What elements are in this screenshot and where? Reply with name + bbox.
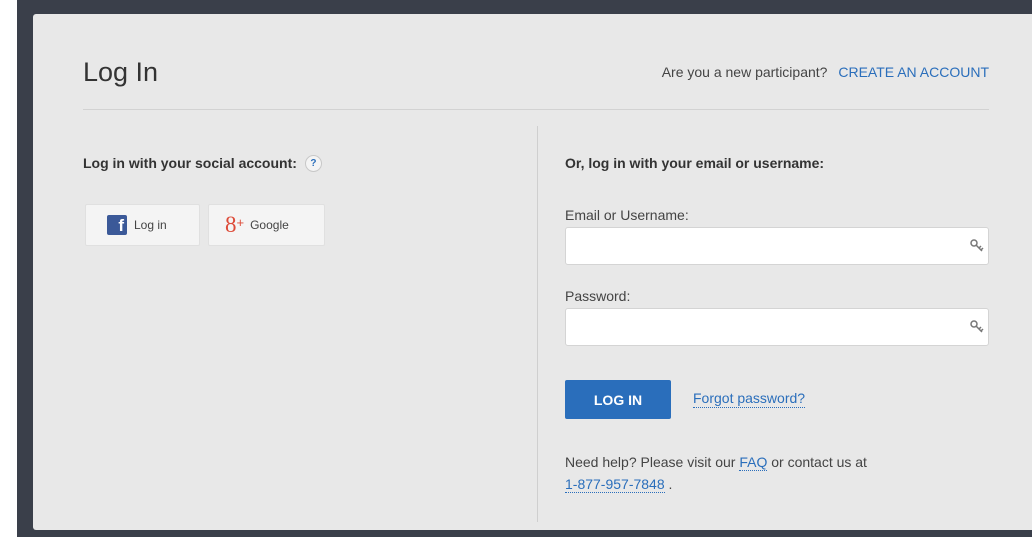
key-icon-graphic bbox=[970, 320, 984, 333]
google-plus-glyph: 8 bbox=[225, 212, 237, 237]
login-button[interactable]: LOG IN bbox=[565, 380, 671, 419]
google-login-button[interactable]: 8 + Google bbox=[208, 204, 325, 246]
password-field bbox=[565, 308, 989, 346]
email-login-section: Or, log in with your email or username: … bbox=[565, 154, 989, 493]
new-participant-question: Are you a new participant? bbox=[661, 64, 828, 80]
phone-link[interactable]: 1-877-957-7848 bbox=[565, 476, 665, 493]
social-login-section: Log in with your social account: ? f Log… bbox=[83, 154, 325, 246]
key-icon[interactable] bbox=[969, 238, 985, 254]
help-icon[interactable]: ? bbox=[304, 154, 322, 172]
facebook-login-button[interactable]: f Log in bbox=[85, 204, 200, 246]
help-text: Need help? Please visit our FAQ or conta… bbox=[565, 451, 965, 495]
password-label: Password: bbox=[565, 288, 631, 304]
forgot-password-link[interactable]: Forgot password? bbox=[693, 390, 806, 408]
key-icon-graphic bbox=[970, 239, 984, 252]
username-field bbox=[565, 227, 989, 265]
help-prefix: Need help? Please visit our bbox=[565, 454, 736, 470]
page-title: Log In bbox=[83, 57, 159, 87]
help-suffix: . bbox=[668, 476, 673, 492]
social-login-heading-text: Log in with your social account: bbox=[83, 155, 297, 171]
help-middle: or contact us at bbox=[771, 454, 867, 470]
password-input[interactable] bbox=[566, 309, 962, 345]
social-buttons: f Log in 8 + Google bbox=[85, 204, 325, 246]
username-input[interactable] bbox=[566, 228, 962, 264]
faq-link[interactable]: FAQ bbox=[739, 454, 768, 471]
card-header: Log In Are you a new participant? CREATE… bbox=[83, 14, 989, 110]
google-plus-icon: 8 + bbox=[225, 212, 245, 237]
facebook-login-label: Log in bbox=[134, 218, 167, 232]
facebook-icon: f bbox=[107, 215, 127, 235]
key-icon[interactable] bbox=[969, 319, 985, 335]
social-login-heading: Log in with your social account: ? bbox=[83, 154, 322, 172]
google-plus-sign: + bbox=[236, 215, 245, 230]
column-divider bbox=[537, 126, 538, 522]
new-participant-prompt: Are you a new participant? CREATE AN ACC… bbox=[662, 63, 989, 81]
username-label: Email or Username: bbox=[565, 207, 689, 223]
email-login-heading: Or, log in with your email or username: bbox=[565, 155, 825, 171]
login-card: Log In Are you a new participant? CREATE… bbox=[33, 14, 1032, 530]
create-account-link[interactable]: CREATE AN ACCOUNT bbox=[838, 64, 989, 80]
google-login-label: Google bbox=[250, 218, 289, 232]
